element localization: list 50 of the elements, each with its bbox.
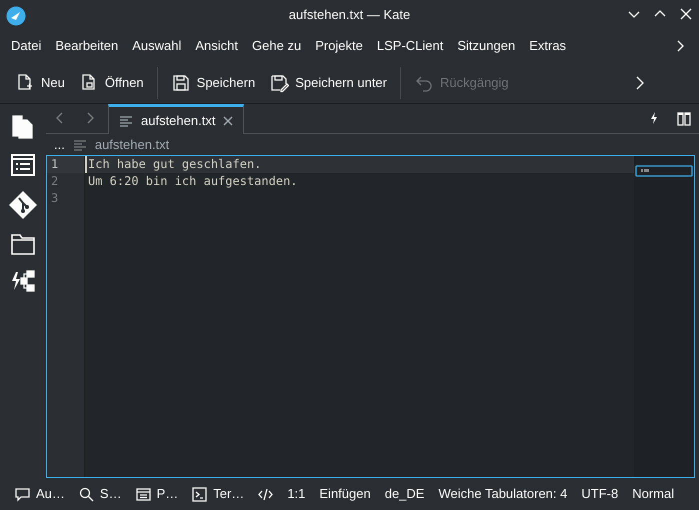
text-file-icon bbox=[72, 138, 87, 150]
code-icon bbox=[258, 486, 274, 502]
split-view-icon[interactable] bbox=[677, 112, 691, 126]
tab-label: aufstehen.txt bbox=[141, 112, 216, 130]
menu-item[interactable]: Extras bbox=[522, 36, 574, 56]
status-item[interactable]: Normal bbox=[625, 484, 682, 504]
menu-item[interactable]: Bearbeiten bbox=[48, 36, 126, 56]
breadcrumb-item[interactable]: ... bbox=[54, 134, 65, 154]
menu-item[interactable]: Gehe zu bbox=[245, 36, 308, 56]
folder-icon[interactable] bbox=[11, 233, 35, 255]
menu-item[interactable]: Projekte bbox=[308, 36, 370, 56]
breadcrumb-item[interactable]: aufstehen.txt bbox=[94, 134, 170, 154]
list-icon[interactable] bbox=[11, 153, 35, 177]
app-logo-icon bbox=[6, 6, 26, 26]
status-item[interactable]: Einfügen bbox=[312, 484, 378, 504]
search-icon bbox=[78, 486, 94, 502]
git-icon[interactable] bbox=[8, 190, 38, 220]
toolbar-button[interactable]: Speichern bbox=[164, 68, 262, 96]
toolbar-button[interactable]: Neu bbox=[8, 68, 72, 96]
close-icon[interactable] bbox=[223, 116, 234, 126]
minimap-drawing[interactable] bbox=[635, 164, 693, 177]
status-item[interactable]: UTF-8 bbox=[574, 484, 626, 504]
terminal-icon bbox=[192, 486, 208, 502]
status-button[interactable]: P… bbox=[128, 484, 186, 504]
file-tab[interactable]: aufstehen.txt bbox=[108, 104, 244, 134]
window-title: aufstehen.txt — Kate bbox=[288, 6, 410, 24]
toolbar-button[interactable]: Öffnen bbox=[72, 68, 151, 96]
status-button[interactable]: Ter… bbox=[185, 484, 252, 504]
status-item[interactable]: Weiche Tabulatoren: 4 bbox=[431, 484, 574, 504]
comment-icon bbox=[15, 486, 30, 502]
status-button[interactable]: S… bbox=[72, 484, 129, 504]
line-number: 1 bbox=[47, 156, 84, 173]
save-icon bbox=[170, 72, 191, 92]
quick-open-icon[interactable] bbox=[649, 111, 659, 125]
lightning-tree-icon[interactable] bbox=[10, 268, 36, 294]
line-number: 2 bbox=[50, 173, 60, 190]
status-item[interactable]: 1:1 bbox=[280, 484, 312, 504]
panel-icon bbox=[136, 486, 151, 502]
menu-item[interactable]: Ansicht bbox=[188, 36, 246, 56]
code-line: Um 6:20 bin ich aufgestanden. bbox=[87, 173, 299, 190]
saveas-icon bbox=[269, 72, 290, 92]
menu-item[interactable]: Sitzungen bbox=[450, 36, 522, 56]
status-button[interactable]: Au… bbox=[8, 484, 72, 504]
toolbar-button[interactable]: Speichern unter bbox=[262, 68, 394, 96]
menu-item[interactable]: Datei bbox=[4, 36, 48, 56]
menu-item[interactable]: Auswahl bbox=[125, 36, 188, 56]
status-item[interactable]: de_DE bbox=[378, 484, 432, 504]
line-number: 3 bbox=[50, 190, 60, 207]
text-file-icon bbox=[119, 114, 133, 126]
menu-item[interactable]: LSP-CLient bbox=[370, 36, 450, 56]
